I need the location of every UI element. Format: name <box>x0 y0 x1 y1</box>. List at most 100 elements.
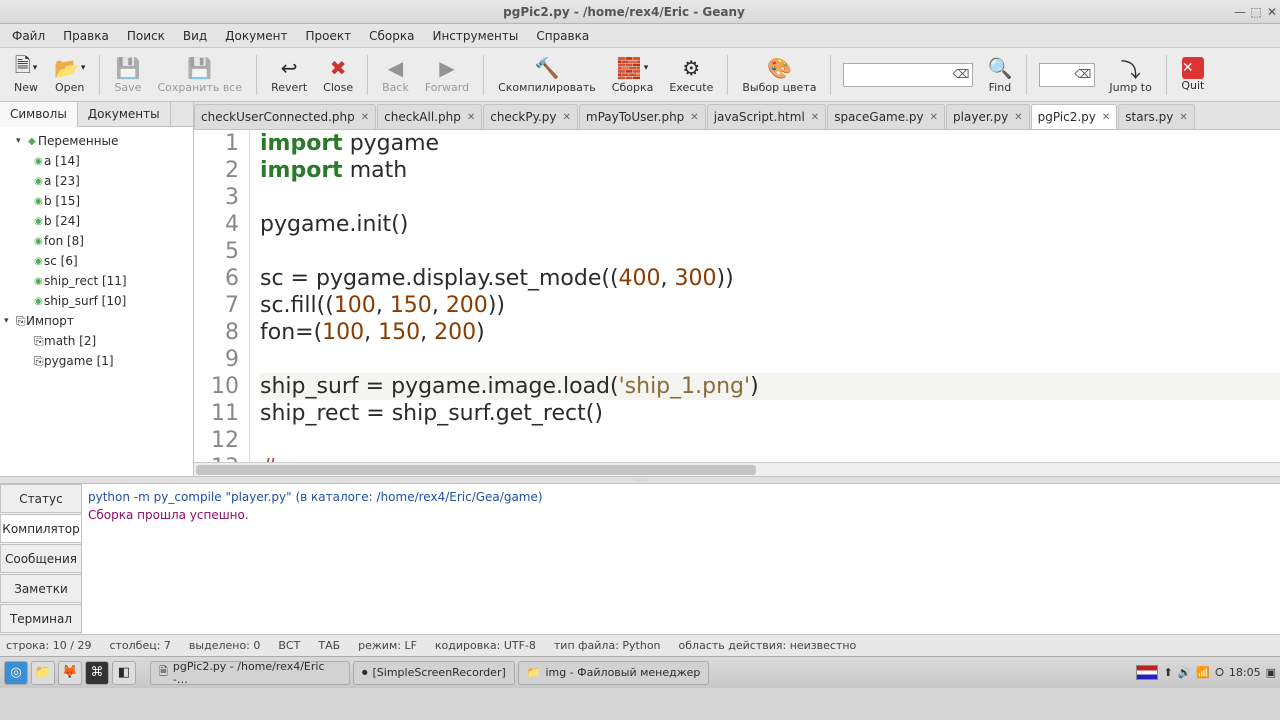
status-ins[interactable]: ВСТ <box>278 639 300 652</box>
tree-import-item[interactable]: ⎘math [2] <box>0 331 193 351</box>
volume-icon[interactable]: 🔊 <box>1178 666 1192 679</box>
menu-view[interactable]: Вид <box>175 26 215 46</box>
status-enc[interactable]: кодировка: UTF-8 <box>435 639 536 652</box>
tree-group-import[interactable]: ▾⎘Импорт <box>0 311 193 331</box>
toolbar: 🗎▾New 📂▾Open 💾Save 💾Сохранить все ↩Rever… <box>0 48 1280 102</box>
tab-documents[interactable]: Документы <box>78 102 171 126</box>
status-mode[interactable]: режим: LF <box>358 639 417 652</box>
tab-terminal[interactable]: Терминал <box>0 604 81 633</box>
code-content[interactable]: import pygame import math pygame.init() … <box>250 130 1280 462</box>
build-icon: 🧱▾ <box>617 55 648 81</box>
close-tab-icon[interactable]: ✕ <box>563 112 571 123</box>
tab-notes[interactable]: Заметки <box>0 574 81 603</box>
menu-edit[interactable]: Правка <box>55 26 117 46</box>
execute-button[interactable]: ⚙Execute <box>661 53 721 96</box>
terminal-icon[interactable]: ⌘ <box>85 661 109 685</box>
close-tab-icon[interactable]: ✕ <box>1102 112 1110 123</box>
menu-build[interactable]: Сборка <box>361 26 422 46</box>
clear-icon[interactable]: ⌫ <box>953 67 970 81</box>
code-editor[interactable]: 12345678910111213 import pygame import m… <box>194 130 1280 462</box>
start-menu-icon[interactable]: ◎ <box>4 661 28 685</box>
close-tab-icon[interactable]: ✕ <box>690 112 698 123</box>
network-icon[interactable]: 📶 <box>1196 666 1210 679</box>
close-tab-icon[interactable]: ✕ <box>930 112 938 123</box>
line-gutter: 12345678910111213 <box>194 130 250 462</box>
horizontal-scrollbar[interactable] <box>194 462 1280 476</box>
taskbar-window-geany[interactable]: 🗎 pgPic2.py - /home/rex4/Eric -… <box>150 661 350 685</box>
maximize-icon[interactable]: ⬚ <box>1248 5 1264 19</box>
pane-resize-grip[interactable]: ⋯⋯ <box>0 476 1280 484</box>
tree-var-item[interactable]: ◉a [14] <box>0 151 193 171</box>
close-window-icon[interactable]: ✕ <box>1264 5 1280 19</box>
quit-icon: ✕ <box>1182 57 1204 79</box>
minimize-icon[interactable]: — <box>1232 5 1248 19</box>
tree-var-item[interactable]: ◉a [23] <box>0 171 193 191</box>
menu-file[interactable]: Файл <box>4 26 53 46</box>
close-tab-icon[interactable]: ✕ <box>467 112 475 123</box>
build-button[interactable]: 🧱▾Сборка <box>604 53 662 96</box>
tree-group-variables[interactable]: ▾◆Переменные <box>0 131 193 151</box>
tree-var-item[interactable]: ◉sc [6] <box>0 251 193 271</box>
power-icon[interactable]: ⭘ <box>1215 666 1224 680</box>
jump-icon: ⤵ <box>1121 55 1141 81</box>
jumpto-button[interactable]: ⤵Jump to <box>1101 53 1159 96</box>
file-tab[interactable]: checkAll.php✕ <box>377 104 482 129</box>
quit-button[interactable]: ✕Quit <box>1173 55 1213 94</box>
app-icon[interactable]: ◧ <box>112 661 136 685</box>
menu-search[interactable]: Поиск <box>119 26 173 46</box>
file-tab[interactable]: player.py✕ <box>946 104 1030 129</box>
save-all-icon: 💾 <box>187 55 212 81</box>
close-tab-icon[interactable]: ✕ <box>1179 112 1187 123</box>
window-title: pgPic2.py - /home/rex4/Eric - Geany <box>16 5 1232 19</box>
firefox-icon[interactable]: 🦊 <box>58 661 82 685</box>
close-tab-icon[interactable]: ✕ <box>1014 112 1022 123</box>
compiler-output[interactable]: python -m py_compile "player.py" (в ката… <box>82 484 1280 634</box>
revert-button[interactable]: ↩Revert <box>263 53 315 96</box>
menu-tools[interactable]: Инструменты <box>424 26 526 46</box>
menu-project[interactable]: Проект <box>298 26 360 46</box>
file-tab[interactable]: stars.py✕ <box>1118 104 1194 129</box>
tree-var-item[interactable]: ◉fon [8] <box>0 231 193 251</box>
filemanager-icon[interactable]: 📁 <box>31 661 55 685</box>
close-button[interactable]: ✖Close <box>315 53 361 96</box>
tree-var-item[interactable]: ◉b [24] <box>0 211 193 231</box>
color-picker-button[interactable]: 🎨Выбор цвета <box>734 53 824 96</box>
open-button[interactable]: 📂▾Open <box>46 53 93 96</box>
taskbar-window-recorder[interactable]: ⏺ [SimpleScreenRecorder] <box>353 661 515 685</box>
tab-status[interactable]: Статус <box>0 484 81 513</box>
clock[interactable]: 18:05 <box>1229 666 1261 679</box>
folder-open-icon: 📂▾ <box>54 55 85 81</box>
tab-compiler[interactable]: Компилятор <box>0 514 81 543</box>
find-button[interactable]: 🔍Find <box>979 53 1020 96</box>
tray-app-icon[interactable]: ▣ <box>1266 666 1276 679</box>
file-tab[interactable]: checkUserConnected.php✕ <box>194 104 376 129</box>
status-type[interactable]: тип файла: Python <box>554 639 661 652</box>
system-tray[interactable]: ⬆ 🔊 📶 ⭘ 18:05 ▣ <box>1136 665 1276 680</box>
file-tab[interactable]: checkPy.py✕ <box>483 104 578 129</box>
menu-document[interactable]: Документ <box>217 26 295 46</box>
file-tab[interactable]: spaceGame.py✕ <box>827 104 945 129</box>
close-tab-icon[interactable]: ✕ <box>361 112 369 123</box>
file-tab-active[interactable]: pgPic2.py✕ <box>1031 104 1118 129</box>
tab-symbols[interactable]: Символы <box>0 102 78 127</box>
tray-icon[interactable]: ⬆ <box>1163 666 1172 679</box>
new-button[interactable]: 🗎▾New <box>6 53 46 96</box>
file-tab[interactable]: mPayToUser.php✕ <box>579 104 706 129</box>
symbol-tree[interactable]: ▾◆Переменные ◉a [14] ◉a [23] ◉b [15] ◉b … <box>0 127 193 476</box>
tab-messages[interactable]: Сообщения <box>0 544 81 573</box>
menu-help[interactable]: Справка <box>528 26 597 46</box>
tree-import-item[interactable]: ⎘pygame [1] <box>0 351 193 371</box>
tree-var-item[interactable]: ◉ship_rect [11] <box>0 271 193 291</box>
compile-button[interactable]: 🔨Скомпилировать <box>490 53 604 96</box>
status-col: столбец: 7 <box>109 639 170 652</box>
back-button: ◀Back <box>374 53 417 96</box>
clear-icon[interactable]: ⌫ <box>1074 67 1091 81</box>
tree-var-item[interactable]: ◉b [15] <box>0 191 193 211</box>
save-icon: 💾 <box>115 55 140 81</box>
file-tab[interactable]: javaScript.html✕ <box>707 104 827 129</box>
close-tab-icon[interactable]: ✕ <box>811 112 819 123</box>
keyboard-layout-icon[interactable] <box>1136 665 1158 680</box>
status-tab[interactable]: ТАБ <box>318 639 340 652</box>
tree-var-item[interactable]: ◉ship_surf [10] <box>0 291 193 311</box>
taskbar-window-filemgr[interactable]: 📁 img - Файловый менеджер <box>518 661 710 685</box>
